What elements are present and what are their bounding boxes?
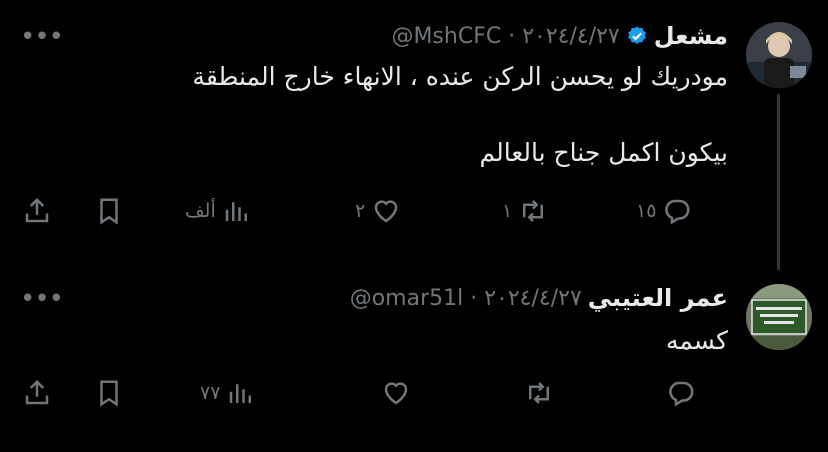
handle-and-date[interactable]: @MshCFC · ٢٠٢٤/٤/٢٧ (391, 24, 619, 49)
share-icon (25, 197, 49, 223)
tweet-text: كسمه (665, 326, 728, 355)
avatar-sign-image (746, 284, 812, 350)
bookmark-button[interactable] (94, 196, 124, 226)
tweet-text: مودريك لو يحسن الركن عنده ، الانهاء خارج… (192, 62, 728, 167)
views-count: ألف (185, 200, 216, 222)
tweet-header: مشعل @MshCFC · ٢٠٢٤/٤/٢٧ (391, 22, 728, 50)
more-options-icon[interactable]: ••• (20, 286, 64, 312)
heart-icon (384, 382, 408, 405)
share-button[interactable] (22, 196, 52, 226)
views-button[interactable]: ٧٧ (200, 378, 256, 408)
more-options-icon[interactable]: ••• (20, 24, 64, 50)
thread-line (777, 94, 780, 270)
views-count: ٧٧ (200, 382, 221, 404)
avatar[interactable] (746, 284, 812, 350)
display-name[interactable]: مشعل (654, 22, 728, 50)
action-bar: ١٥ ١ ٢ ألف (0, 196, 828, 236)
tweet-2[interactable]: عمر العتيبي @omar51l · ٢٠٢٤/٤/٢٧ ••• كسم… (0, 270, 828, 452)
retweet-button[interactable] (524, 378, 554, 408)
views-chart-icon (225, 202, 247, 221)
views-chart-icon (230, 384, 252, 403)
handle-and-date[interactable]: @omar51l · ٢٠٢٤/٤/٢٧ (350, 286, 582, 311)
tweet-header: عمر العتيبي @omar51l · ٢٠٢٤/٤/٢٧ (350, 284, 728, 312)
verified-badge-icon (627, 26, 646, 44)
heart-icon (374, 200, 398, 223)
reply-button[interactable] (666, 378, 696, 408)
bookmark-icon (100, 380, 118, 407)
retweet-icon (529, 382, 549, 404)
retweet-count: ١ (502, 200, 513, 222)
like-button[interactable]: ٢ (355, 196, 401, 226)
bookmark-icon (100, 198, 118, 225)
retweet-button[interactable]: ١ (502, 196, 548, 226)
like-button[interactable] (381, 378, 411, 408)
action-bar: ٧٧ (0, 378, 828, 418)
bookmark-button[interactable] (94, 378, 124, 408)
avatar[interactable] (746, 22, 812, 88)
views-button[interactable]: ألف (185, 196, 252, 226)
share-button[interactable] (22, 378, 52, 408)
like-count: ٢ (355, 200, 366, 222)
retweet-icon (523, 200, 544, 222)
reply-icon (669, 381, 694, 407)
reply-icon (665, 199, 690, 225)
display-name[interactable]: عمر العتيبي (588, 284, 728, 312)
avatar-photo (746, 22, 812, 88)
tweet-1[interactable]: مشعل @MshCFC · ٢٠٢٤/٤/٢٧ ••• مودريك لو ي… (0, 0, 828, 270)
reply-button[interactable]: ١٥ (636, 196, 692, 226)
reply-count: ١٥ (636, 200, 657, 222)
share-icon (25, 379, 49, 405)
